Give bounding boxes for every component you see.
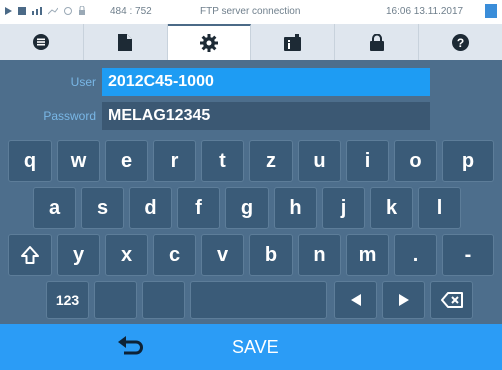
gear-icon [200,34,219,52]
key-v[interactable]: v [201,234,244,276]
password-label: Password [43,109,96,123]
user-label: User [70,75,96,89]
chart-icon [48,7,58,14]
key-u[interactable]: u [298,140,341,182]
datetime: 16:06 13.11.2017 [386,6,464,17]
lock-small-icon [79,6,85,15]
tab-menu[interactable] [0,24,84,60]
key-m[interactable]: m [346,234,389,276]
cursor-right-key[interactable] [382,281,425,319]
document-icon [118,33,133,51]
list-icon [33,34,50,50]
key-hyphen[interactable]: - [442,234,494,276]
status-icons [5,6,86,15]
user-field[interactable]: 2012C45-1000 [102,68,430,96]
arrow-right-icon [398,294,409,306]
key-z[interactable]: z [249,140,293,182]
settings-panel: User 2012C45-1000 Password MELAG12345 q … [0,60,502,324]
key-i[interactable]: i [346,140,389,182]
tab-device-info[interactable] [251,24,336,60]
key-y[interactable]: y [57,234,100,276]
help-icon: ? [452,33,470,51]
key-b[interactable]: b [249,234,293,276]
key-h[interactable]: h [274,187,317,229]
key-w[interactable]: w [57,140,100,182]
back-button[interactable] [118,336,144,361]
svg-text:?: ? [457,36,464,50]
key-s[interactable]: s [81,187,124,229]
clock-icon [64,6,72,15]
shift-key[interactable] [8,234,52,276]
blank-key-1[interactable] [94,281,137,319]
key-g[interactable]: g [225,187,269,229]
coords-readout: 484 : 752 [110,6,152,17]
bottom-bar: SAVE [0,324,502,370]
key-p[interactable]: p [442,140,494,182]
key-c[interactable]: c [153,234,196,276]
key-j[interactable]: j [322,187,365,229]
tab-help[interactable]: ? [419,24,502,60]
screen-title: FTP server connection [200,6,301,17]
key-n[interactable]: n [298,234,341,276]
back-arrow-icon [118,336,143,355]
info-device-icon [284,33,302,51]
ftp-settings-screen: 484 : 752 FTP server connection 16:06 13… [0,0,502,370]
tab-lock[interactable] [335,24,420,60]
numeric-mode-key[interactable]: 123 [46,281,89,319]
key-f[interactable]: f [177,187,220,229]
cursor-icon [485,4,497,18]
key-d[interactable]: d [129,187,172,229]
tab-settings[interactable] [167,24,252,60]
backspace-key[interactable] [430,281,473,319]
user-row: User 2012C45-1000 [0,68,430,96]
key-a[interactable]: a [33,187,76,229]
key-q[interactable]: q [8,140,52,182]
save-button[interactable]: SAVE [232,337,279,358]
cursor-left-key[interactable] [334,281,377,319]
key-l[interactable]: l [418,187,461,229]
play-icon [5,6,12,15]
status-bar: 484 : 752 FTP server connection 16:06 13… [0,0,502,24]
key-x[interactable]: x [105,234,148,276]
key-r[interactable]: r [153,140,196,182]
key-k[interactable]: k [370,187,413,229]
lock-icon [369,33,384,51]
tab-documents[interactable] [84,24,168,60]
key-e[interactable]: e [105,140,148,182]
arrow-left-icon [350,294,361,306]
key-o[interactable]: o [394,140,437,182]
key-t[interactable]: t [201,140,244,182]
blank-key-2[interactable] [142,281,185,319]
space-key[interactable] [190,281,327,319]
menu-tabs: ? [0,24,502,60]
backspace-icon [440,292,463,308]
signal-icon [32,6,42,15]
password-field[interactable]: MELAG12345 [102,102,430,130]
key-period[interactable]: . [394,234,437,276]
shift-icon [21,246,39,264]
device-icon [18,6,26,15]
password-row: Password MELAG12345 [0,102,430,130]
